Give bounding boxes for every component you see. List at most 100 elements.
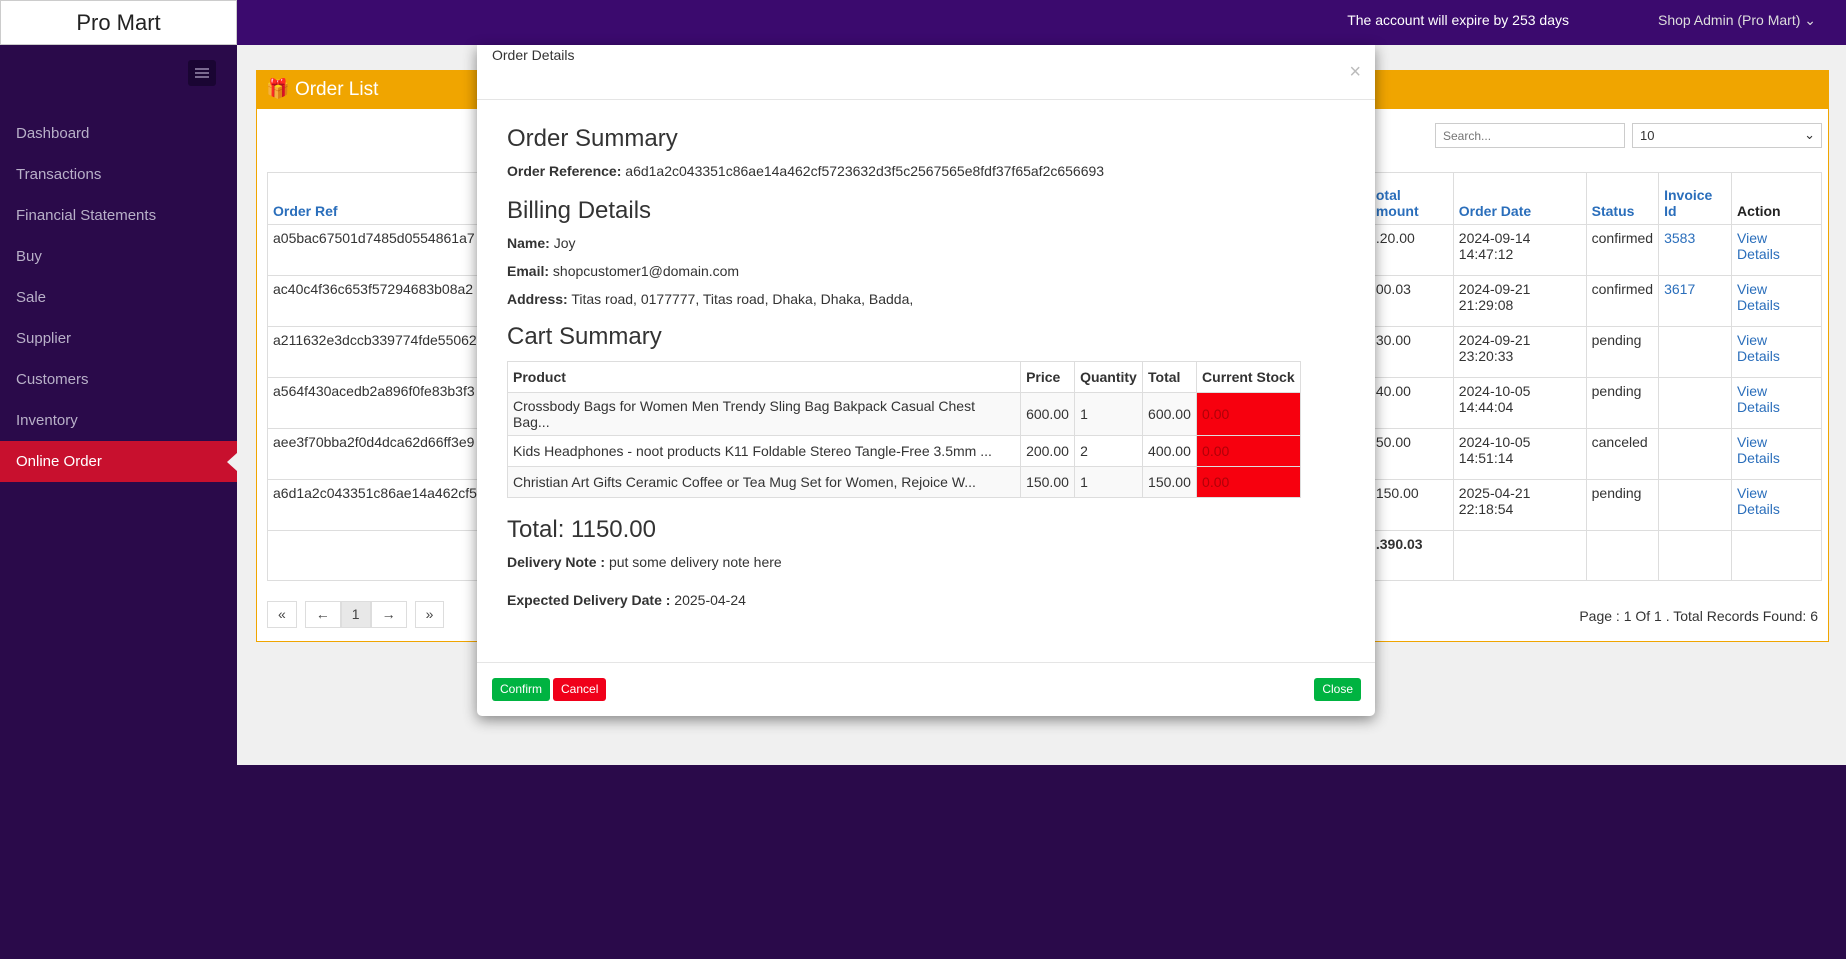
view-details-link[interactable]: View Details <box>1731 377 1822 429</box>
modal-header: Order Details × <box>477 45 1375 100</box>
expected-delivery: Expected Delivery Date : 2025-04-24 <box>507 592 746 608</box>
cart-col-price: Price <box>1020 361 1076 393</box>
sidebar-item-online-order[interactable]: Online Order <box>0 441 237 482</box>
order-status: pending <box>1585 326 1660 378</box>
sidebar-item-sale[interactable]: Sale <box>0 277 237 318</box>
cart-stock: 0.00 <box>1196 435 1301 467</box>
view-details-link[interactable]: View Details <box>1731 479 1822 531</box>
user-menu[interactable]: Shop Admin (Pro Mart) ⌄ <box>1658 12 1816 29</box>
billing-address: Address: Titas road, 0177777, Titas road… <box>507 291 914 307</box>
invoice-link[interactable]: 3583 <box>1658 224 1733 276</box>
cart-row: Crossbody Bags for Women Men Trendy Slin… <box>506 392 1301 436</box>
cart-product: Christian Art Gifts Ceramic Coffee or Te… <box>506 466 1022 498</box>
page-size-select[interactable]: 10 ⌄ <box>1632 123 1822 148</box>
delivery-note: Delivery Note : put some delivery note h… <box>507 554 782 570</box>
cart-heading: Cart Summary <box>507 323 662 350</box>
sidebar-item-inventory[interactable]: Inventory <box>0 400 237 441</box>
invoice-link[interactable] <box>1658 326 1733 378</box>
invoice-link[interactable] <box>1658 479 1733 531</box>
menu-toggle-icon[interactable] <box>188 60 216 86</box>
panel-title: Order List <box>294 79 379 100</box>
billing-name: Name: Joy <box>507 235 576 251</box>
order-reference: Order Reference: a6d1a2c043351c86ae14a46… <box>507 163 1105 179</box>
order-amount: 30.00 <box>1369 326 1454 378</box>
order-date: 2025-04-21 22:18:54 <box>1452 479 1587 531</box>
pager-first-button[interactable]: « <box>267 601 297 628</box>
view-details-link[interactable]: View Details <box>1731 428 1822 480</box>
cart-price: 200.00 <box>1020 435 1076 467</box>
brand-logo[interactable]: Pro Mart <box>0 0 237 45</box>
confirm-button[interactable]: Confirm <box>492 678 551 701</box>
cart-col-quantity: Quantity <box>1074 361 1144 393</box>
pager-page-1[interactable]: 1 <box>340 601 371 628</box>
sidebar-nav: Dashboard Transactions Financial Stateme… <box>0 113 237 482</box>
sidebar: Dashboard Transactions Financial Stateme… <box>0 45 237 959</box>
invoice-link[interactable]: 3617 <box>1658 275 1733 327</box>
cart-quantity: 2 <box>1074 435 1144 467</box>
order-amount: 40.00 <box>1369 377 1454 429</box>
account-expire-notice: The account will expire by 253 days <box>1347 12 1569 28</box>
cart-row: Kids Headphones - noot products K11 Fold… <box>506 435 1301 467</box>
col-action: Action <box>1731 172 1822 225</box>
cart-total: 600.00 <box>1142 392 1198 436</box>
billing-heading: Billing Details <box>507 197 652 224</box>
order-status: confirmed <box>1585 224 1660 276</box>
chevron-down-icon: ⌄ <box>1804 127 1815 142</box>
close-icon[interactable]: × <box>1349 61 1361 84</box>
invoice-link[interactable] <box>1658 377 1733 429</box>
sidebar-item-dashboard[interactable]: Dashboard <box>0 113 237 154</box>
col-total-amount[interactable]: otal mount <box>1369 172 1454 225</box>
view-details-link[interactable]: View Details <box>1731 326 1822 378</box>
order-amount: .20.00 <box>1369 224 1454 276</box>
records-info: Page : 1 Of 1 . Total Records Found: 6 <box>1579 608 1818 624</box>
order-status: canceled <box>1585 428 1660 480</box>
order-amount: 50.00 <box>1369 428 1454 480</box>
col-order-date[interactable]: Order Date <box>1452 172 1587 225</box>
cart-total: 400.00 <box>1142 435 1198 467</box>
cart-quantity: 1 <box>1074 466 1144 498</box>
page-size-value: 10 <box>1640 128 1655 143</box>
pager-next-button[interactable]: → <box>370 601 407 628</box>
order-total: Total: 1150.00 <box>507 516 657 543</box>
order-status: pending <box>1585 377 1660 429</box>
order-status: pending <box>1585 479 1660 531</box>
order-amount: 150.00 <box>1369 479 1454 531</box>
gift-icon: 🎁 <box>266 79 290 100</box>
close-button[interactable]: Close <box>1314 678 1361 701</box>
order-date: 2024-10-05 14:51:14 <box>1452 428 1587 480</box>
order-date: 2024-09-14 14:47:12 <box>1452 224 1587 276</box>
invoice-link[interactable] <box>1658 428 1733 480</box>
billing-email: Email: shopcustomer1@domain.com <box>507 263 740 279</box>
sidebar-item-customers[interactable]: Customers <box>0 359 237 400</box>
view-details-link[interactable]: View Details <box>1731 275 1822 327</box>
sidebar-item-transactions[interactable]: Transactions <box>0 154 237 195</box>
cart-price: 600.00 <box>1020 392 1076 436</box>
modal-title: Order Details <box>492 47 575 63</box>
order-date: 2024-10-05 14:44:04 <box>1452 377 1587 429</box>
cancel-button[interactable]: Cancel <box>553 678 607 701</box>
cart-product: Crossbody Bags for Women Men Trendy Slin… <box>506 392 1022 436</box>
top-bar: Pro Mart The account will expire by 253 … <box>0 0 1846 45</box>
grand-total: .390.03 <box>1369 530 1454 581</box>
cart-stock: 0.00 <box>1196 392 1301 436</box>
pagination: « ← 1 → » <box>267 601 445 628</box>
order-date: 2024-09-21 21:29:08 <box>1452 275 1587 327</box>
cart-product: Kids Headphones - noot products K11 Fold… <box>506 435 1022 467</box>
order-details-modal: Order Details × Order Summary Order Refe… <box>477 45 1375 716</box>
sidebar-item-buy[interactable]: Buy <box>0 236 237 277</box>
cart-price: 150.00 <box>1020 466 1076 498</box>
sidebar-item-supplier[interactable]: Supplier <box>0 318 237 359</box>
col-status[interactable]: Status <box>1585 172 1660 225</box>
order-date: 2024-09-21 23:20:33 <box>1452 326 1587 378</box>
view-details-link[interactable]: View Details <box>1731 224 1822 276</box>
cart-col-stock: Current Stock <box>1196 361 1301 393</box>
cart-row: Christian Art Gifts Ceramic Coffee or Te… <box>506 466 1301 498</box>
order-status: confirmed <box>1585 275 1660 327</box>
pager-prev-button[interactable]: ← <box>304 601 341 628</box>
cart-col-total: Total <box>1142 361 1198 393</box>
col-invoice-id[interactable]: Invoice Id <box>1658 172 1733 225</box>
search-input[interactable] <box>1435 123 1625 148</box>
sidebar-item-financial-statements[interactable]: Financial Statements <box>0 195 237 236</box>
pager-last-button[interactable]: » <box>414 601 445 628</box>
modal-footer: Confirm Cancel Close <box>477 662 1375 716</box>
